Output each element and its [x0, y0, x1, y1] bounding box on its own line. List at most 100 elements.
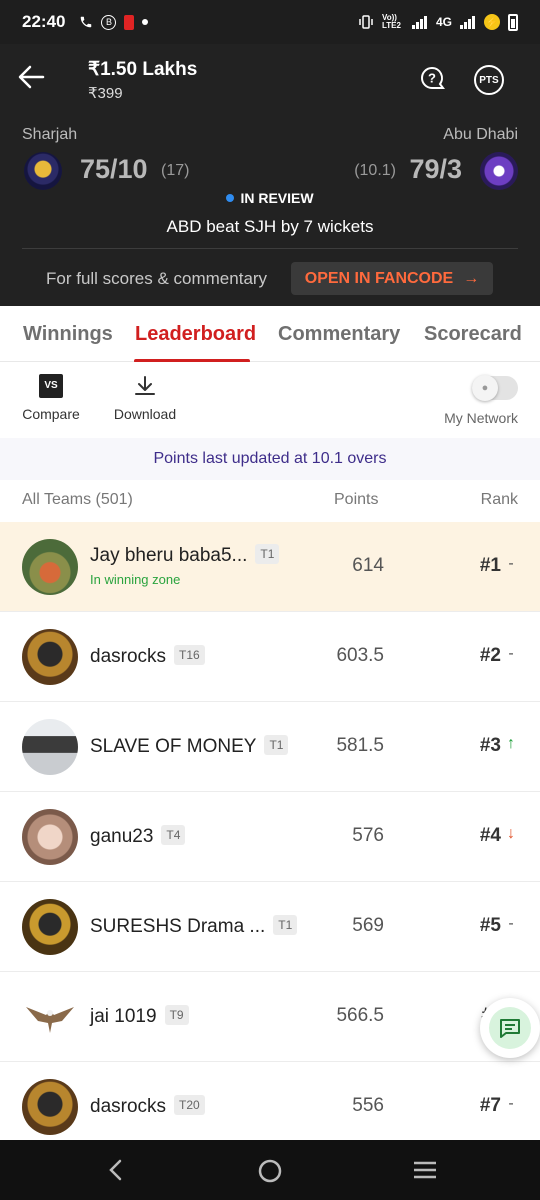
team-badge: T4 [161, 825, 186, 845]
rank-value: #2 [479, 645, 501, 666]
chat-icon [500, 1019, 520, 1038]
rank-down-icon: ↓ [507, 825, 515, 842]
username: dasrocks T20 [90, 1095, 205, 1118]
list-item[interactable]: SLAVE OF MONEY T1 581.5 #3 ↑ [0, 702, 540, 792]
rank-value: #1 [479, 555, 501, 576]
team-right-name: Abu Dhabi [443, 126, 518, 143]
username: SURESHS Drama ... T1 [90, 915, 298, 938]
all-teams-header: All Teams (501) [22, 491, 133, 508]
more-notifications-icon [142, 19, 149, 25]
list-item[interactable]: dasrocks T20 556 #7 - [0, 1062, 540, 1152]
eagle-icon [26, 1007, 74, 1033]
home-nav-icon[interactable] [257, 1158, 283, 1184]
leaderboard-list: Jay bheru baba5... T1 In winning zone 614… [0, 522, 540, 1152]
signal-icon-2 [460, 16, 475, 29]
chat-bubble-bg [489, 1007, 531, 1049]
download-button[interactable]: Download [113, 374, 177, 422]
menu-nav-icon[interactable] [412, 1158, 438, 1182]
back-arrow-icon[interactable] [16, 62, 46, 92]
match-result: ABD beat SJH by 7 wickets [166, 217, 374, 236]
points-header: Points [334, 491, 379, 508]
team-right-overs: (10.1) [354, 162, 396, 179]
rank-up-icon: ↑ [507, 735, 515, 752]
full-scores-text: For full scores & commentary [46, 269, 268, 288]
notification-icons: B [79, 14, 149, 30]
svg-text:?: ? [428, 71, 436, 86]
vibrate-icon [359, 15, 373, 29]
tab-leaderboard[interactable]: Leaderboard [135, 323, 256, 346]
entry-fee: ₹399 [88, 85, 123, 102]
signal-icon [411, 16, 427, 29]
status-dot-icon [226, 194, 235, 202]
download-icon [135, 376, 155, 395]
points-system-button[interactable]: PTS [474, 65, 504, 95]
battery-saver-icon: ⚡ [484, 14, 500, 30]
username: jai 1019 T9 [90, 1005, 189, 1028]
tab-bar: Winnings Leaderboard Commentary Scorecar… [0, 306, 540, 363]
divider [22, 248, 518, 249]
team-right-score: 79/3 [409, 154, 462, 184]
tab-scorecard[interactable]: Scorecard [424, 323, 522, 346]
rank-trend: - [508, 555, 514, 572]
team-badge: T1 [273, 915, 298, 935]
rank-value: #7 [479, 1095, 501, 1116]
list-item[interactable]: Jay bheru baba5... T1 In winning zone 614… [0, 522, 540, 612]
rank-header: Rank [480, 491, 518, 508]
list-item[interactable]: jai 1019T9 566.5 # [0, 972, 540, 1062]
username: Jay bheru baba5... T1 [90, 544, 280, 567]
network-type: 4G [435, 15, 452, 29]
points-value: 569 [352, 915, 384, 936]
phone-icon [81, 16, 92, 28]
review-label: IN REVIEW [240, 190, 314, 206]
rank-trend: - [508, 645, 514, 662]
points-value: 556 [352, 1095, 384, 1116]
list-item[interactable]: dasrocks T16 603.5 #2 - [0, 612, 540, 702]
points-value: 576 [352, 825, 384, 846]
tab-commentary[interactable]: Commentary [278, 323, 400, 346]
points-value: 581.5 [336, 735, 384, 756]
list-item[interactable]: SURESHS Drama ... T1 569 #5 - [0, 882, 540, 972]
username: ganu23 T4 [90, 825, 186, 848]
sharjah-logo-icon [24, 152, 62, 190]
points-value: 603.5 [336, 645, 384, 666]
list-item[interactable]: ganu23 T4 576 #4 ↓ [0, 792, 540, 882]
compare-vs-icon: VS [39, 374, 63, 398]
people-icon: ● [472, 375, 498, 401]
rank-trend: - [508, 1095, 514, 1112]
open-in-fancode-button[interactable]: OPEN IN FANCODE → [291, 262, 493, 295]
avatar [22, 989, 78, 1045]
system-icons: Vo)) LTE2 4G ⚡ [358, 13, 518, 31]
points-value: 566.5 [336, 1005, 384, 1026]
team-left-score: 75/10 [80, 154, 148, 184]
rank-value: #3 [479, 735, 501, 756]
leaderboard-toolbar: VS Compare Download ● My Network [0, 362, 540, 438]
prize-pool: ₹1.50 Lakhs [88, 59, 198, 80]
my-network-toggle[interactable]: ● [472, 375, 518, 401]
match-status: IN REVIEW [0, 190, 540, 206]
battery-icon [508, 13, 518, 31]
team-badge: T16 [174, 645, 205, 665]
team-left-overs: (17) [161, 162, 190, 179]
status-bar: 22:40 B Vo)) LTE2 4G ⚡ [0, 0, 540, 44]
download-label: Download [113, 406, 177, 422]
winning-zone-label: In winning zone [90, 572, 181, 587]
help-chat-icon[interactable]: ? [419, 65, 447, 93]
b-badge-icon: B [101, 14, 117, 30]
volte-label: Vo)) LTE2 [381, 13, 401, 30]
compare-button[interactable]: VS Compare [22, 374, 80, 422]
tab-winnings[interactable]: Winnings [23, 323, 113, 346]
abu-dhabi-logo-icon [480, 152, 518, 190]
my-network-label: My Network [444, 410, 518, 426]
team-badge: T1 [255, 544, 280, 564]
fancode-button-label: OPEN IN FANCODE [304, 269, 454, 287]
username: SLAVE OF MONEY T1 [90, 735, 289, 758]
chat-fab-button[interactable] [480, 998, 540, 1058]
team-badge: T20 [174, 1095, 205, 1115]
system-nav-bar [0, 1140, 540, 1200]
avatar [22, 539, 78, 595]
avatar [22, 719, 78, 775]
compare-label: Compare [22, 406, 80, 422]
points-value: 614 [352, 555, 384, 576]
username: dasrocks T16 [90, 645, 205, 668]
back-nav-icon[interactable] [104, 1158, 128, 1182]
